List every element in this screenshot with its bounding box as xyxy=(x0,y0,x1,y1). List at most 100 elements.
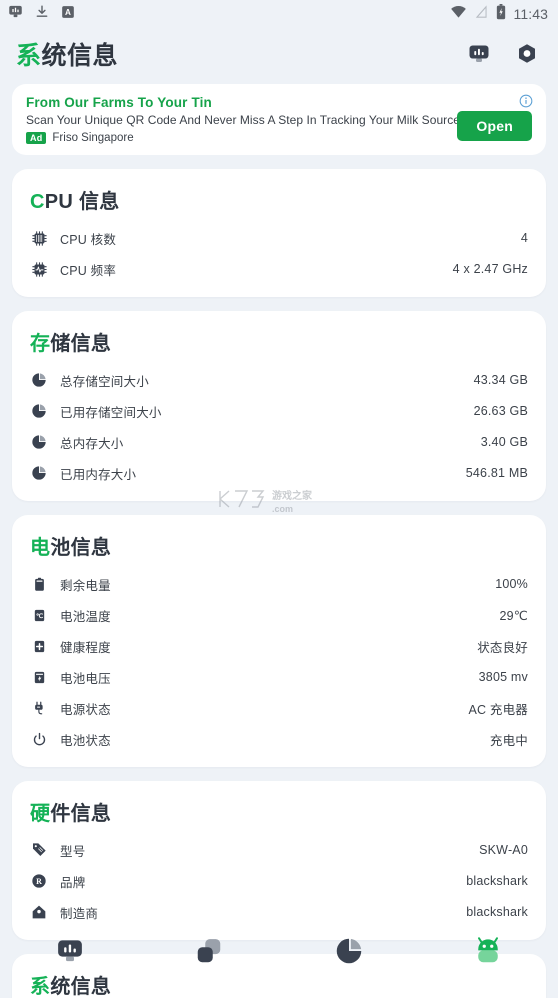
gear-icon[interactable] xyxy=(514,41,540,67)
info-row-value: 4 xyxy=(520,231,528,245)
info-row-label: 电源状态 xyxy=(60,702,111,717)
keyboard-input-icon: A xyxy=(61,5,75,24)
info-row-value: SKW-A0 xyxy=(479,843,528,857)
info-row-value: 充电中 xyxy=(489,733,528,748)
storage-card-title-rest: 储信息 xyxy=(50,333,112,355)
app-header: 系统信息 xyxy=(0,28,558,80)
hardware-card-title: 硬件信息 xyxy=(30,797,528,826)
ad-banner[interactable]: From Our Farms To Your Tin Scan Your Uni… xyxy=(12,84,546,155)
page-title-accent: 系 xyxy=(16,42,42,70)
hardware-card-title-accent: 硬 xyxy=(30,803,51,825)
info-row-battery-temperature: ℃ 电池温度 29℃ xyxy=(30,601,528,629)
system-card-title-rest: 统信息 xyxy=(50,976,112,998)
info-row-label: 电池状态 xyxy=(60,733,111,748)
cpu-chip-icon xyxy=(30,229,48,247)
info-row-label: 已用内存大小 xyxy=(60,467,137,482)
layers-icon xyxy=(194,936,224,971)
info-row-total-memory: 总内存大小 3.40 GB xyxy=(30,428,528,456)
cpu-card-title-rest: PU 信息 xyxy=(44,191,120,213)
cpu-info-card: CPU 信息 CPU 核数 4 CPU 频率 4 x 2.47 GHz xyxy=(12,169,546,297)
info-row-label: 品牌 xyxy=(60,875,86,890)
ad-badge: Ad xyxy=(26,132,47,144)
info-row-label: 剩余电量 xyxy=(60,578,111,593)
info-row-value: 100% xyxy=(495,577,528,591)
storage-card-title-accent: 存 xyxy=(30,333,51,355)
battery-icon xyxy=(30,575,48,593)
hardware-info-card: 硬件信息 型号 SKW-A0 R 品牌 blackshark 制造商 black… xyxy=(12,781,546,940)
pie-chart-icon xyxy=(334,936,364,971)
page-title-rest: 统信息 xyxy=(41,42,119,70)
info-row-battery-health: 健康程度 状态良好 xyxy=(30,632,528,660)
svg-text:.com: .com xyxy=(272,504,293,514)
ad-headline: From Our Farms To Your Tin xyxy=(26,95,212,110)
tag-icon xyxy=(30,841,48,859)
info-row-value: blackshark xyxy=(466,874,528,888)
ad-open-button[interactable]: Open xyxy=(457,111,532,141)
hardware-card-title-rest: 件信息 xyxy=(50,803,112,825)
info-row-cpu-frequency: CPU 频率 4 x 2.47 GHz xyxy=(30,255,528,283)
svg-text:R: R xyxy=(36,877,42,886)
cpu-pulse-icon xyxy=(30,260,48,278)
cpu-card-title: CPU 信息 xyxy=(30,185,528,214)
battery-info-card: 电池信息 剩余电量 100% ℃ 电池温度 29℃ 健康程度 状态良好 电池电压… xyxy=(12,515,546,767)
page-title: 系统信息 xyxy=(16,36,118,72)
battery-card-title: 电池信息 xyxy=(30,531,528,560)
nav-item-storage-pie[interactable] xyxy=(279,928,419,978)
ad-attribution: Ad Friso Singapore xyxy=(26,132,532,144)
ad-body-text: Scan Your Unique QR Code And Never Miss … xyxy=(26,113,460,127)
info-row-value: 4 x 2.47 GHz xyxy=(452,262,528,276)
health-plus-icon xyxy=(30,637,48,655)
info-row-model: 型号 SKW-A0 xyxy=(30,836,528,864)
battery-charging-icon xyxy=(496,3,506,25)
info-row-value: 43.34 GB xyxy=(473,373,528,387)
system-card-title-accent: 系 xyxy=(30,976,51,998)
info-row-value: blackshark xyxy=(466,905,528,919)
info-row-label: 健康程度 xyxy=(60,640,111,655)
home-icon xyxy=(30,903,48,921)
download-icon xyxy=(35,4,49,24)
storage-info-card: 存储信息 总存储空间大小 43.34 GB 已用存储空间大小 26.63 GB … xyxy=(12,311,546,501)
app-header-actions xyxy=(466,41,540,67)
storage-card-title: 存储信息 xyxy=(30,327,528,356)
status-bar-left-icons: A xyxy=(8,4,75,24)
nav-item-android[interactable] xyxy=(419,928,558,978)
info-row-label: 总存储空间大小 xyxy=(60,374,149,389)
status-bar: A 11:43 xyxy=(0,0,558,28)
info-row-battery-level: 剩余电量 100% xyxy=(30,570,528,598)
info-row-manufacturer: 制造商 blackshark xyxy=(30,898,528,926)
info-row-brand: R 品牌 blackshark xyxy=(30,867,528,895)
info-row-label: CPU 频率 xyxy=(60,263,117,278)
android-robot-icon xyxy=(473,936,503,971)
info-row-power-source: 电源状态 AC 充电器 xyxy=(30,694,528,722)
battery-card-title-rest: 池信息 xyxy=(50,537,112,559)
info-row-value: 546.81 MB xyxy=(465,466,528,480)
info-row-battery-voltage: 电池电压 3805 mv xyxy=(30,663,528,691)
info-row-label: 已用存储空间大小 xyxy=(60,405,162,420)
nav-item-monitor[interactable] xyxy=(0,928,140,978)
cpu-card-title-accent: C xyxy=(30,191,45,213)
pie-chart-icon xyxy=(30,464,48,482)
thermometer-icon: ℃ xyxy=(30,606,48,624)
info-row-value: AC 充电器 xyxy=(468,702,528,717)
info-row-value: 3.40 GB xyxy=(480,435,528,449)
nav-item-layers[interactable] xyxy=(140,928,280,978)
bottom-navigation-bar xyxy=(0,928,558,978)
info-row-battery-status: 电池状态 充电中 xyxy=(30,725,528,753)
info-row-total-storage: 总存储空间大小 43.34 GB xyxy=(30,366,528,394)
info-row-label: 电池温度 xyxy=(60,609,111,624)
info-row-value: 26.63 GB xyxy=(473,404,528,418)
info-row-cpu-cores: CPU 核数 4 xyxy=(30,224,528,252)
monitor-chart-icon xyxy=(55,936,85,971)
info-row-label: 型号 xyxy=(60,844,86,859)
pie-chart-icon xyxy=(30,433,48,451)
ad-advertiser-name: Friso Singapore xyxy=(52,132,134,144)
info-row-label: 电池电压 xyxy=(60,671,111,686)
svg-text:A: A xyxy=(65,7,71,16)
status-bar-clock: 11:43 xyxy=(513,6,548,22)
signal-off-icon xyxy=(475,4,488,24)
info-row-used-memory: 已用内存大小 546.81 MB xyxy=(30,459,528,487)
info-row-label: 制造商 xyxy=(60,906,99,921)
voltage-bolt-icon xyxy=(30,668,48,686)
info-row-label: CPU 核数 xyxy=(60,232,117,247)
monitor-icon[interactable] xyxy=(466,41,492,67)
